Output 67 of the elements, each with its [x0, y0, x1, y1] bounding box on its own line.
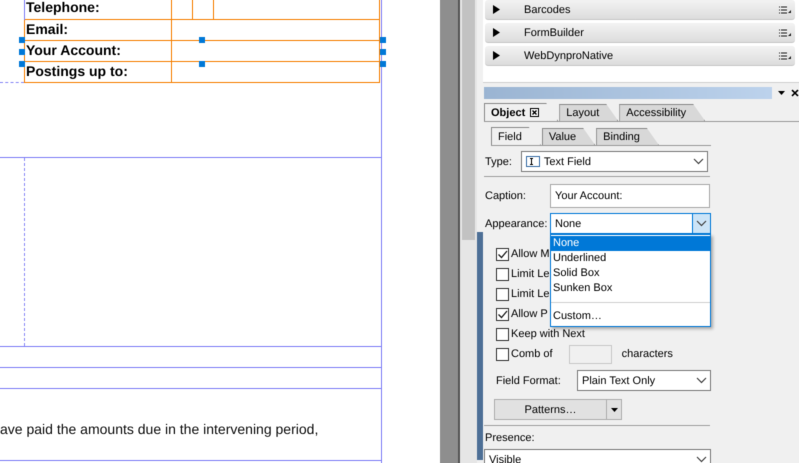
field-label: Presence:: [485, 432, 536, 446]
form-field[interactable]: Telephone:: [24, 0, 380, 20]
field-label: Email:: [26, 21, 68, 37]
checkbox-label: Keep with Next: [511, 328, 585, 340]
dropdown[interactable]: Text Field: [520, 151, 708, 172]
dropdown-option[interactable]: Solid Box: [551, 266, 710, 281]
tab[interactable]: Accessibility: [619, 104, 706, 121]
close-icon[interactable]: [530, 108, 540, 117]
selection-handle[interactable]: [199, 37, 205, 43]
text-field-icon: [526, 156, 540, 167]
dropdown-option[interactable]: Sunken Box: [551, 281, 710, 296]
menu-icon[interactable]: [779, 28, 791, 36]
field-label: Appearance:: [485, 218, 548, 230]
checkbox[interactable]: [496, 248, 509, 260]
menu-icon[interactable]: [779, 52, 791, 60]
tab[interactable]: Object: [484, 103, 558, 121]
chevron-down-icon: [696, 377, 707, 384]
input-field[interactable]: [568, 344, 612, 364]
caret-icon[interactable]: [610, 408, 618, 412]
tab[interactable]: Field: [491, 127, 541, 145]
checkbox-label: Allow M: [511, 248, 550, 260]
scrollbar-thumb[interactable]: [462, 0, 475, 240]
checkbox-label: Comb of: [511, 348, 553, 360]
dropdown-option[interactable]: Custom…: [551, 309, 710, 324]
field-label: Postings up to:: [26, 63, 128, 79]
library-group[interactable]: WebDynproNative: [485, 46, 795, 66]
dropdown[interactable]: Plain Text Only: [577, 370, 711, 391]
menu-icon[interactable]: [779, 6, 791, 14]
expand-arrow-icon[interactable]: [493, 5, 500, 14]
dropdown[interactable]: None: [550, 213, 711, 234]
field-label: characters: [622, 348, 673, 360]
checkbox[interactable]: [496, 308, 509, 320]
field-label: Type:: [485, 156, 512, 168]
library-group[interactable]: Barcodes: [485, 0, 795, 20]
checkbox-label: Allow P: [511, 308, 548, 320]
library-group[interactable]: FormBuilder: [485, 23, 795, 43]
field-label: Field Format:: [496, 374, 562, 386]
chevron-down-icon: [692, 158, 704, 165]
close-icon[interactable]: [791, 89, 799, 97]
checkbox-label: Limit Le: [511, 288, 550, 300]
field-label: Telephone:: [26, 0, 100, 15]
checkbox[interactable]: [496, 328, 509, 340]
collapse-handle[interactable]: [477, 232, 483, 460]
expand-arrow-icon[interactable]: [493, 28, 500, 37]
dropdown[interactable]: Visible: [484, 449, 711, 463]
patterns-button[interactable]: Patterns…: [494, 399, 622, 420]
tab[interactable]: Value: [542, 128, 596, 145]
checkbox-label: Limit Le: [511, 268, 550, 280]
expand-arrow-icon[interactable]: [493, 51, 500, 60]
group-label: FormBuilder: [524, 26, 585, 38]
checkbox[interactable]: [496, 348, 509, 360]
input-field[interactable]: Your Account:: [550, 184, 710, 208]
dropdown-option[interactable]: Underlined: [551, 251, 710, 266]
dropdown-option[interactable]: None: [551, 236, 710, 251]
body-text: ave paid the amounts due in the intervening period,: [0, 421, 318, 437]
caret-icon[interactable]: [778, 91, 786, 95]
selection-handle[interactable]: [199, 61, 205, 67]
group-label: Barcodes: [524, 4, 572, 16]
tab[interactable]: Layout: [559, 104, 618, 121]
field-label: Your Account:: [26, 42, 121, 58]
checkbox[interactable]: [496, 288, 509, 300]
chevron-down-icon: [696, 220, 707, 227]
tab[interactable]: Binding: [596, 128, 659, 145]
group-label: WebDynproNative: [524, 50, 614, 62]
field-label: Caption:: [485, 190, 527, 202]
chevron-down-icon: [696, 456, 707, 463]
checkbox[interactable]: [496, 268, 509, 280]
